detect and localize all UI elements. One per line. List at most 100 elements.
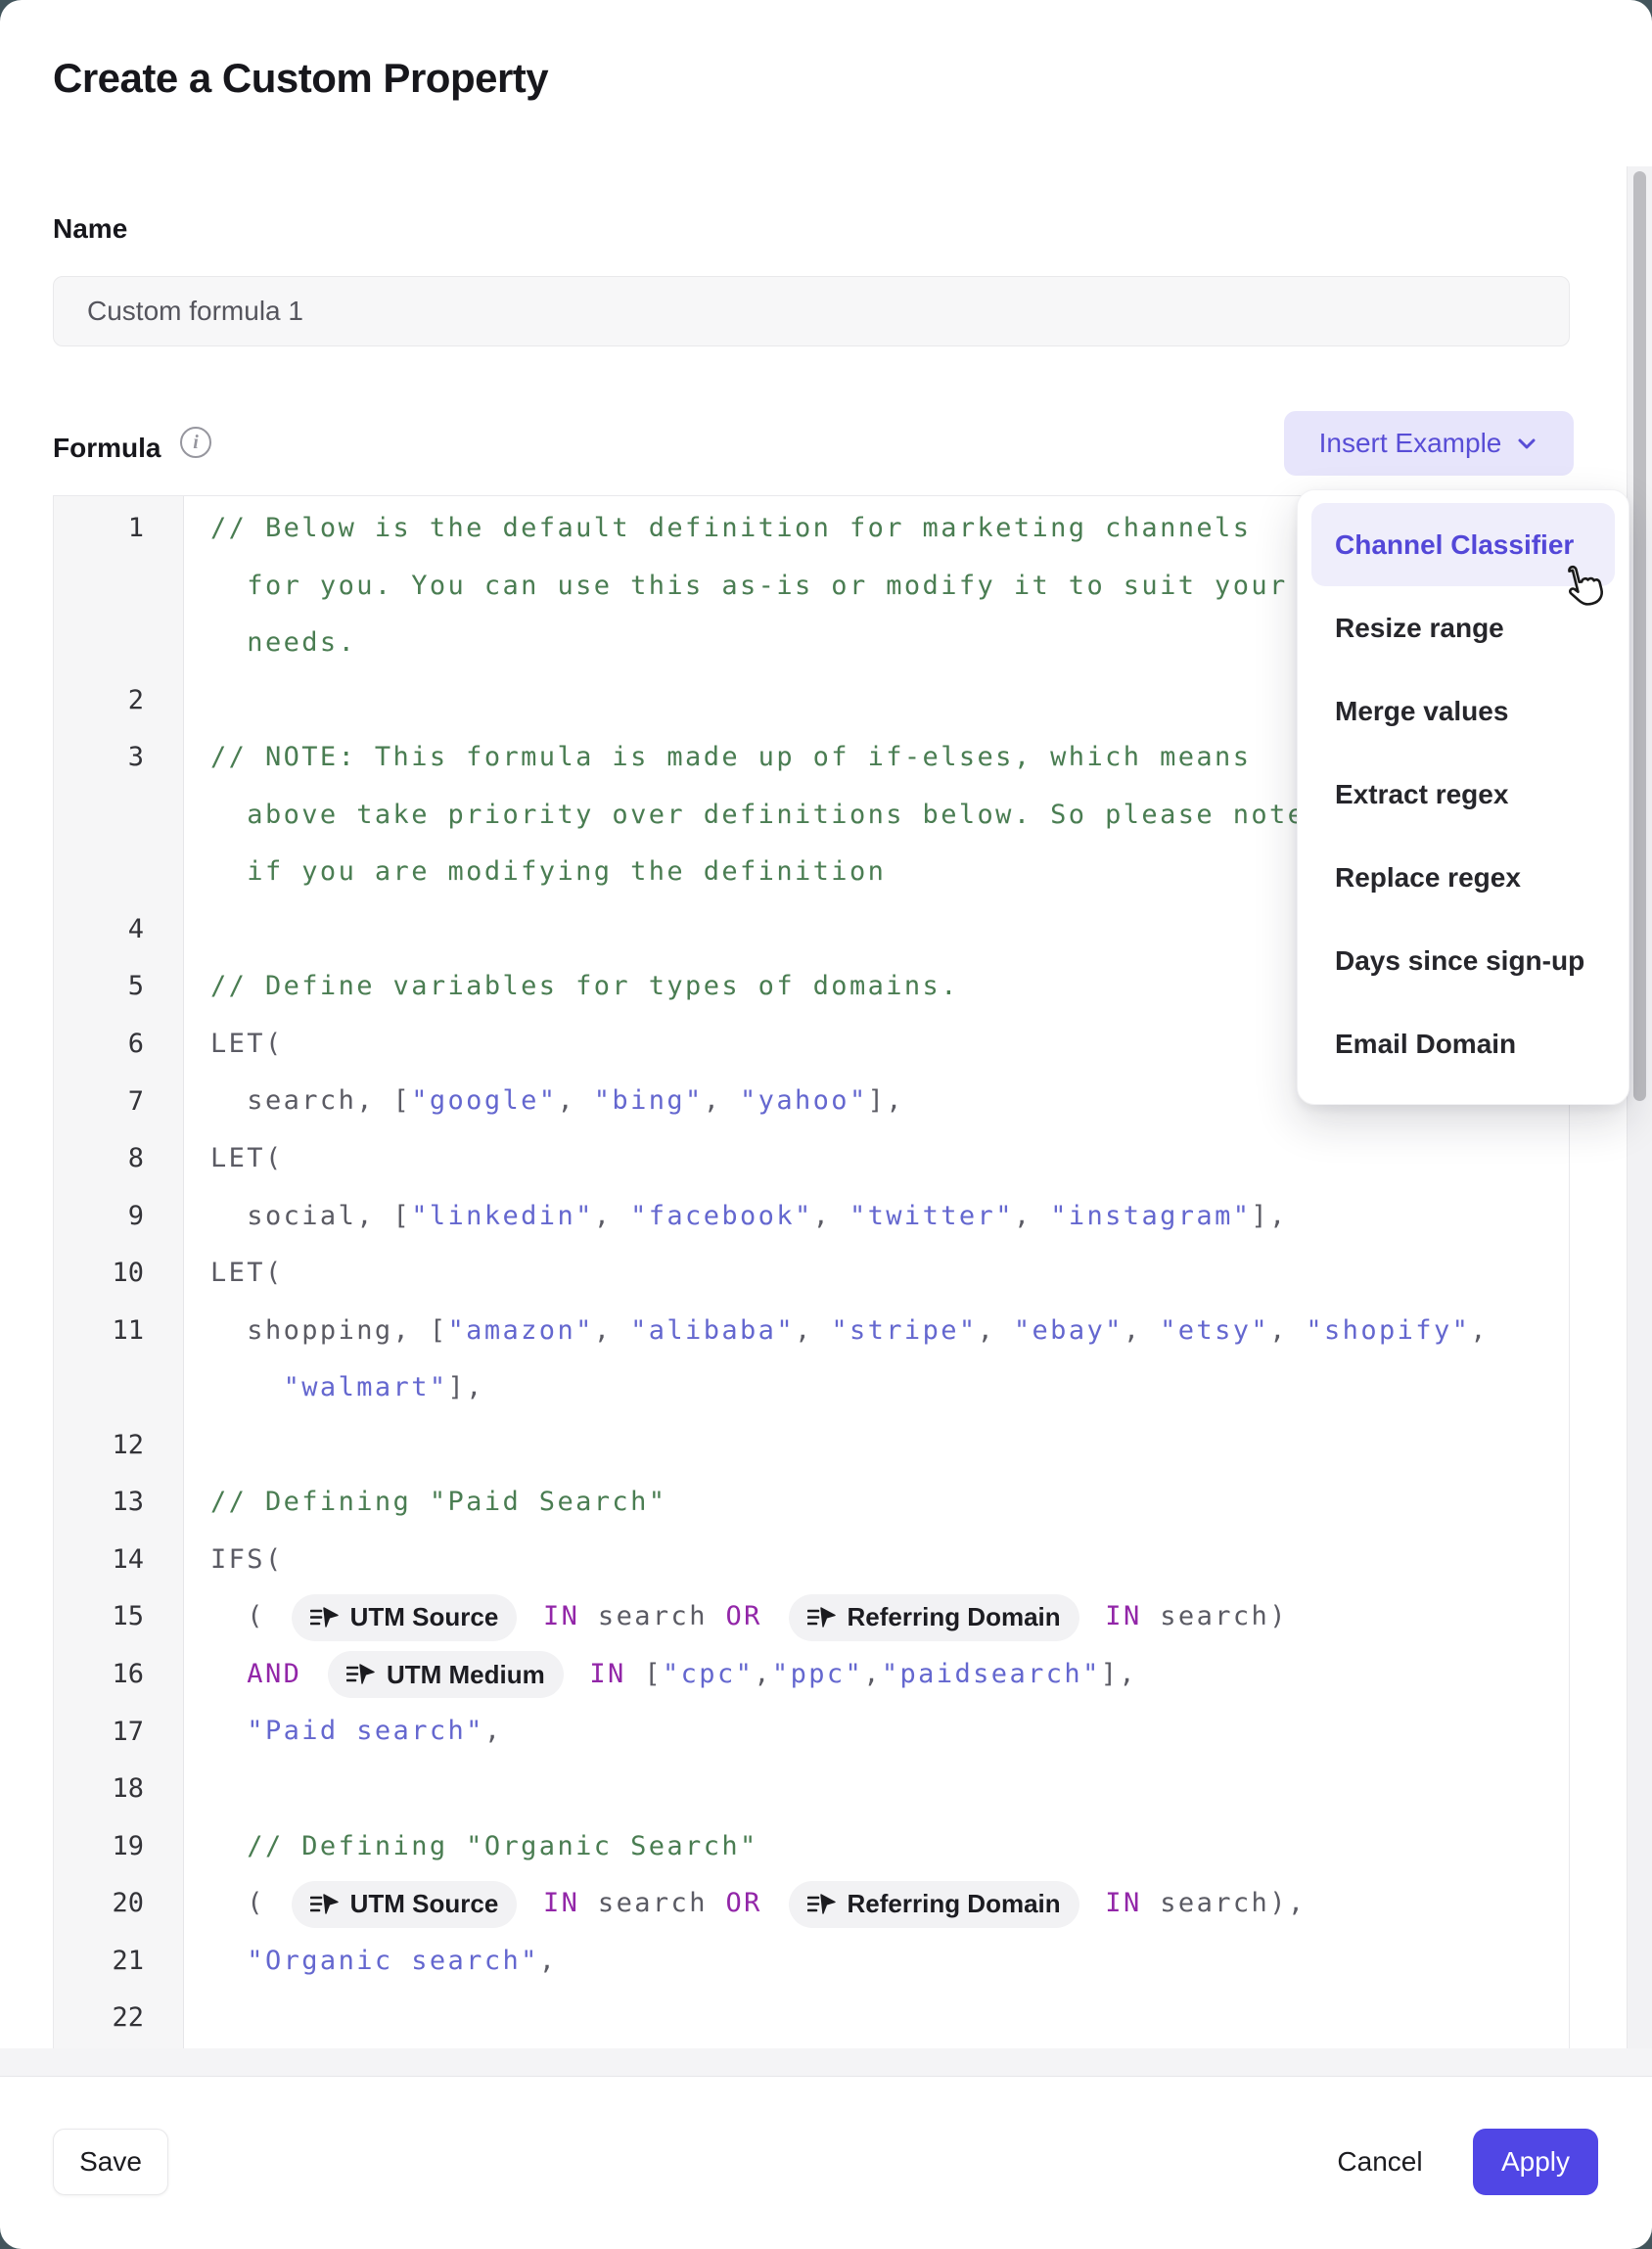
code-text: , [557,1085,593,1116]
menu-item-email-domain[interactable]: Email Domain [1311,1002,1615,1085]
name-input[interactable] [53,276,1570,346]
code-text: shopping, [ [210,1315,448,1346]
line-number: 10 [54,1245,183,1303]
code-text: IFS( [210,1544,284,1575]
property-type-icon [807,1892,837,1917]
property-chip[interactable]: UTM Source [292,1881,518,1928]
cancel-button[interactable]: Cancel [1316,2129,1444,2195]
code-text: , [795,1315,831,1346]
code-string: "paidsearch" [882,1659,1101,1689]
code-comment: // Defining "Organic Search" [210,1831,758,1861]
code-text: , [484,1716,503,1746]
line-number: 17 [54,1704,183,1762]
code-string: "linkedin" [411,1201,594,1231]
code-text: ], [1101,1659,1137,1689]
code-string: "amazon" [448,1315,594,1346]
code-text: ], [868,1085,904,1116]
property-chip-label: Referring Domain [848,1602,1061,1632]
line-number: 1 [54,500,183,672]
save-button[interactable]: Save [53,2129,168,2195]
code-keyword: OR [726,1601,781,1631]
code-row: LET( [210,1130,1569,1188]
code-text: , [754,1659,772,1689]
code-string: "bing" [594,1085,704,1116]
property-chip[interactable]: Referring Domain [789,1881,1079,1928]
apply-button[interactable]: Apply [1473,2129,1598,2195]
code-comment: needs. [210,627,356,658]
code-row: "Organic search", [210,1933,1569,1991]
code-row [210,1417,1569,1475]
line-number: 18 [54,1761,183,1818]
menu-item-merge-values[interactable]: Merge values [1311,669,1615,753]
code-row: AND UTM Medium IN ["cpc","ppc","paidsear… [210,1646,1569,1704]
code-row: // Defining "Paid Search" [210,1474,1569,1532]
line-number: 8 [54,1130,183,1188]
code-comment: above take priority over definitions bel… [210,800,1306,830]
code-string: "google" [411,1085,557,1116]
line-number: 22 [54,1990,183,2047]
line-number: 21 [54,1933,183,1991]
code-text: search [579,1601,725,1631]
line-number: 14 [54,1532,183,1589]
code-row: LET( [210,1245,1569,1303]
code-comment: // Below is the default definition for m… [210,513,1251,543]
code-row: "Paid search", [210,1703,1569,1761]
menu-item-replace-regex[interactable]: Replace regex [1311,836,1615,919]
code-text: LET( [210,1143,284,1173]
code-keyword: AND [210,1659,320,1689]
line-number-gutter: 12345678910111213141516171819202122 [54,496,184,2048]
code-text: ( [210,1888,284,1918]
code-text: , [863,1659,882,1689]
page-title: Create a Custom Property [53,55,548,102]
line-number: 11 [54,1303,183,1417]
code-text: ], [448,1372,484,1402]
property-chip[interactable]: UTM Medium [328,1651,564,1698]
code-row: ( UTM Source IN search OR Referring Doma… [210,1588,1569,1646]
menu-item-extract-regex[interactable]: Extract regex [1311,753,1615,836]
line-number: 7 [54,1074,183,1131]
code-text: ( [210,1601,284,1631]
code-keyword: IN [525,1601,579,1631]
code-text: social, [ [210,1201,411,1231]
info-icon[interactable]: i [180,427,211,458]
line-number: 3 [54,729,183,901]
code-string: "stripe" [831,1315,977,1346]
code-comment: if you are modifying the definition [210,856,886,887]
code-string: "cpc" [663,1659,754,1689]
code-string: "yahoo" [740,1085,868,1116]
code-string: "ppc" [772,1659,863,1689]
code-keyword: OR [726,1888,781,1918]
code-string: "shopify" [1306,1315,1470,1346]
code-text: , [813,1201,849,1231]
code-keyword: IN [525,1888,579,1918]
property-chip-label: UTM Source [350,1602,499,1632]
modal-scrollbar-thumb[interactable] [1633,171,1646,1101]
line-number: 6 [54,1016,183,1074]
formula-label: Formula [53,433,161,464]
line-number: 13 [54,1474,183,1532]
line-number: 15 [54,1588,183,1646]
property-chip[interactable]: UTM Source [292,1594,518,1641]
property-chip[interactable]: Referring Domain [789,1594,1079,1641]
code-string: "twitter" [849,1201,1014,1231]
line-number: 4 [54,901,183,959]
line-number: 5 [54,958,183,1016]
code-text: [ [644,1659,663,1689]
insert-example-button[interactable]: Insert Example [1284,411,1574,476]
code-text: LET( [210,1258,284,1288]
code-text [210,1372,284,1402]
code-string: "Paid search" [210,1716,484,1746]
line-number: 12 [54,1417,183,1475]
code-comment: // Defining "Paid Search" [210,1487,666,1517]
code-text: LET( [210,1029,284,1059]
code-text: , [1269,1315,1306,1346]
code-row: ( UTM Source IN search OR Referring Doma… [210,1875,1569,1933]
code-string: "walmart" [284,1372,448,1402]
code-text: search), [1142,1888,1307,1918]
code-string: "Organic search" [210,1946,539,1976]
property-chip-label: UTM Source [350,1889,499,1919]
code-row: social, ["linkedin", "facebook", "twitte… [210,1188,1569,1246]
code-text: ], [1251,1201,1287,1231]
menu-item-days-since-sign-up[interactable]: Days since sign-up [1311,919,1615,1002]
code-text: search [579,1888,725,1918]
